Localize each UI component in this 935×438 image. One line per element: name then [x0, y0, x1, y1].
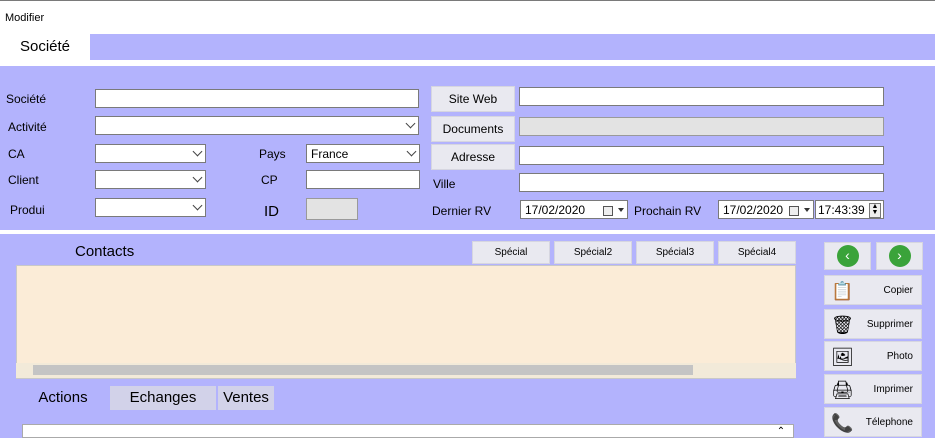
- pays-label: Pays: [259, 147, 286, 161]
- tab-societe[interactable]: Société: [0, 34, 90, 60]
- dernier-rv-label: Dernier RV: [432, 204, 492, 218]
- pays-select[interactable]: France: [306, 144, 420, 163]
- prochain-rv-label: Prochain RV: [634, 204, 702, 218]
- photo-icon: 🖼: [831, 347, 854, 367]
- chevron-down-icon: [192, 146, 203, 157]
- photo-label: Photo: [886, 351, 913, 362]
- societe-input[interactable]: [95, 89, 419, 108]
- menu-bar: Modifier: [0, 0, 935, 34]
- copier-label: Copier: [883, 285, 913, 296]
- client-select[interactable]: [95, 170, 206, 189]
- documents-field: [519, 117, 884, 136]
- time-input[interactable]: 17:43:39 ▲ ▼: [815, 200, 884, 219]
- tab-actions[interactable]: Actions: [18, 386, 108, 410]
- actions-list[interactable]: [22, 424, 794, 438]
- chevron-down-icon: [192, 172, 203, 183]
- dernier-rv-value: 17/02/2020: [525, 203, 586, 217]
- client-label: Client: [8, 173, 39, 187]
- calendar-icon[interactable]: [603, 206, 613, 216]
- telephone-label: Télephone: [865, 417, 913, 428]
- tab-ventes[interactable]: Ventes: [218, 386, 274, 410]
- dropdown-arrow-icon[interactable]: [804, 208, 810, 212]
- contacts-title: Contacts: [75, 243, 135, 260]
- copy-icon: 📋: [831, 281, 854, 301]
- telephone-button[interactable]: 📞 Télephone: [824, 407, 922, 437]
- dernier-rv-date[interactable]: 17/02/2020: [520, 200, 628, 219]
- prochain-rv-value: 17/02/2020: [723, 203, 784, 217]
- time-value: 17:43:39: [818, 203, 865, 217]
- pays-value: France: [311, 147, 349, 161]
- ca-label: CA: [8, 147, 25, 161]
- societe-label: Société: [6, 92, 47, 106]
- adresse-input[interactable]: [519, 146, 884, 165]
- ville-input[interactable]: [519, 173, 884, 192]
- dropdown-arrow-icon[interactable]: [618, 208, 624, 212]
- id-field: [306, 198, 358, 220]
- menu-modifier[interactable]: Modifier: [5, 12, 44, 24]
- chevron-left-icon: ‹: [836, 245, 859, 267]
- tab-strip: [0, 34, 935, 60]
- chevron-down-icon: [405, 118, 416, 129]
- produi-select[interactable]: [95, 198, 206, 217]
- special-button[interactable]: Spécial: [472, 241, 550, 264]
- imprimer-button[interactable]: 🖨 Imprimer: [824, 374, 922, 404]
- site-web-input[interactable]: [519, 87, 884, 106]
- special2-button[interactable]: Spécial2: [554, 241, 632, 264]
- spin-icon[interactable]: ▲ ▼: [869, 203, 881, 218]
- prochain-rv-date[interactable]: 17/02/2020: [718, 200, 814, 219]
- contacts-grid[interactable]: [16, 265, 796, 379]
- prev-button[interactable]: ‹: [824, 242, 871, 270]
- id-label: ID: [264, 203, 279, 220]
- chevron-down-icon: [192, 200, 203, 211]
- imprimer-label: Imprimer: [873, 384, 913, 395]
- copier-button[interactable]: 📋 Copier: [824, 275, 922, 305]
- produi-label: Produi: [10, 203, 45, 217]
- tab-echanges[interactable]: Echanges: [110, 386, 216, 410]
- chevron-right-icon: ›: [888, 245, 911, 267]
- calendar-icon[interactable]: [789, 206, 799, 216]
- next-button[interactable]: ›: [876, 242, 923, 270]
- contacts-scrollbar-thumb[interactable]: [33, 365, 693, 375]
- printer-icon: 🖨: [831, 380, 854, 400]
- cp-input[interactable]: [306, 170, 420, 189]
- special4-button[interactable]: Spécial4: [718, 241, 796, 264]
- ca-select[interactable]: [95, 144, 206, 163]
- documents-button[interactable]: Documents: [431, 116, 515, 142]
- special3-button[interactable]: Spécial3: [636, 241, 714, 264]
- supprimer-button[interactable]: 🗑 Supprimer: [824, 309, 922, 339]
- supprimer-label: Supprimer: [866, 319, 913, 330]
- scroll-up-icon[interactable]: ⌃: [774, 426, 788, 438]
- adresse-button[interactable]: Adresse: [431, 144, 515, 170]
- chevron-down-icon: [406, 146, 417, 157]
- phone-icon: 📞: [831, 413, 854, 433]
- trash-icon: 🗑: [831, 315, 854, 335]
- activite-select[interactable]: [95, 116, 419, 135]
- cp-label: CP: [261, 173, 278, 187]
- site-web-button[interactable]: Site Web: [431, 86, 515, 112]
- photo-button[interactable]: 🖼 Photo: [824, 341, 922, 371]
- ville-label: Ville: [433, 177, 456, 191]
- activite-label: Activité: [8, 120, 47, 134]
